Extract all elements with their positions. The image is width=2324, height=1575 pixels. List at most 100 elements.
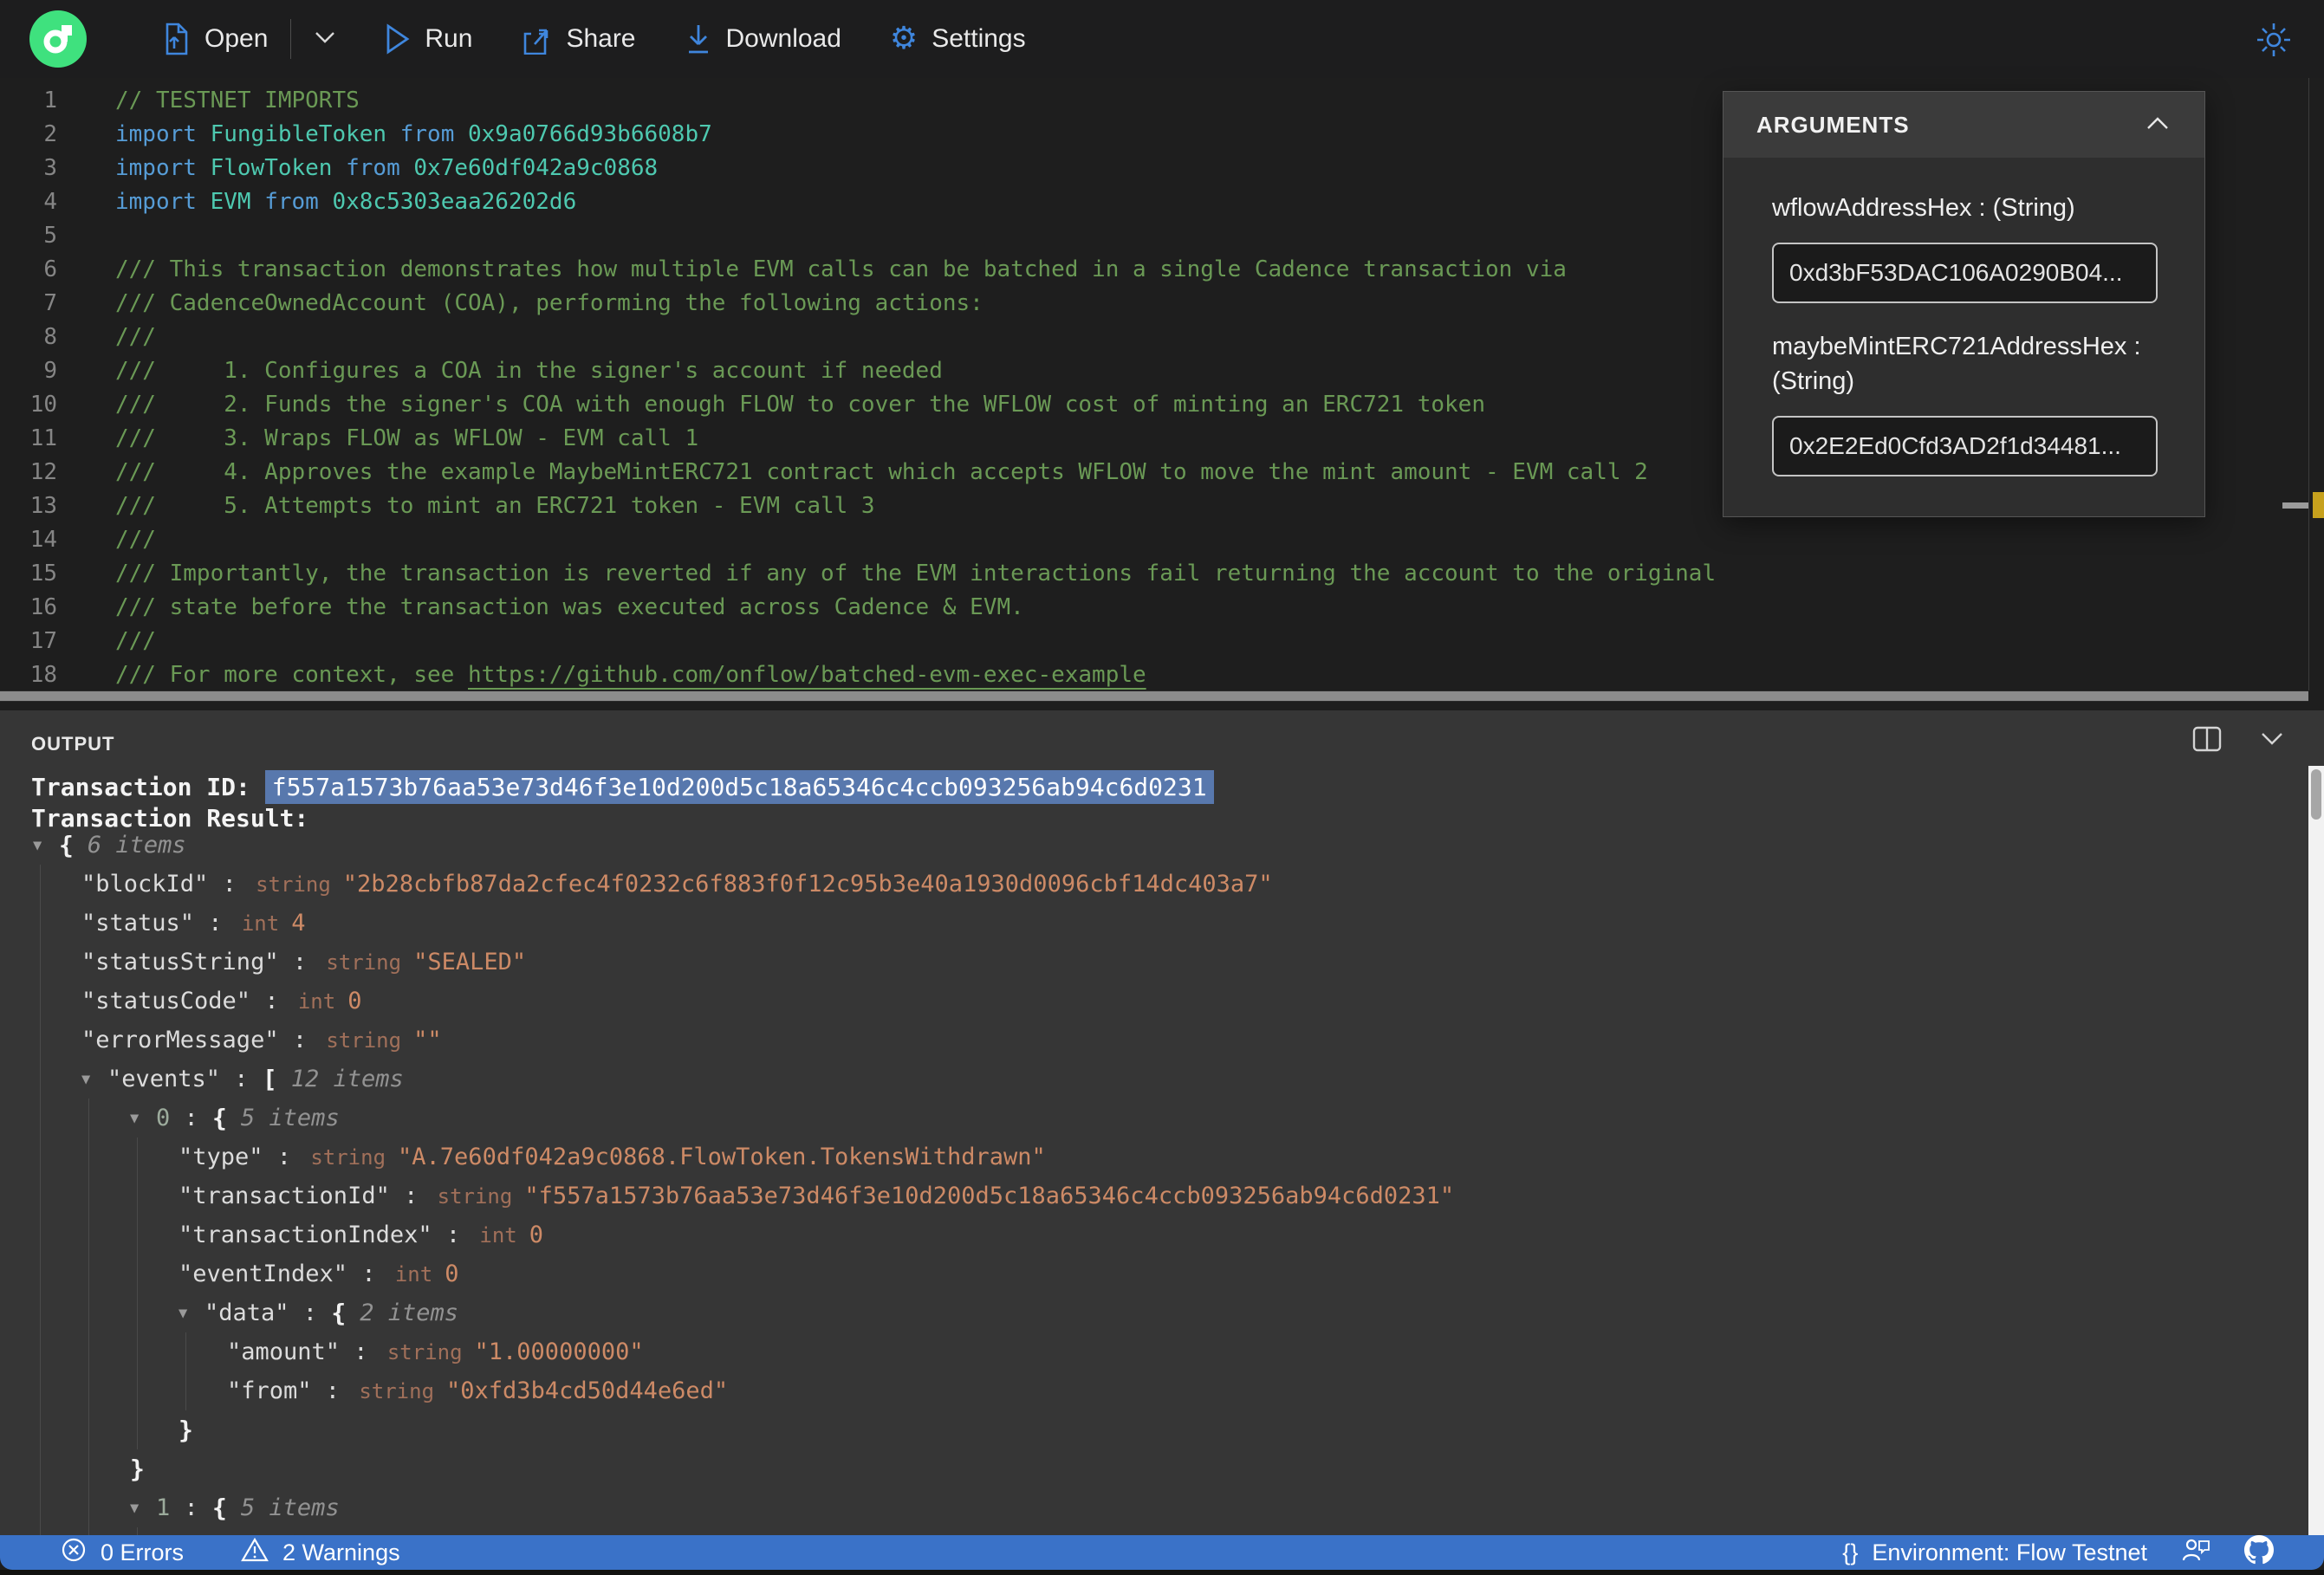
errors-label: 0 Errors — [101, 1539, 185, 1565]
open-button[interactable]: Open — [161, 23, 268, 55]
errors-status[interactable]: 0 Errors — [61, 1537, 184, 1569]
account-feedback-icon[interactable] — [2180, 1536, 2211, 1570]
indent-guide — [88, 1527, 89, 1535]
github-icon[interactable] — [2244, 1534, 2274, 1571]
json-colon: : — [208, 871, 251, 898]
code-token: /// — [115, 627, 156, 654]
code-token: /// Importantly, the transaction is reve… — [115, 560, 1717, 587]
output-vertical-scrollbar[interactable] — [2308, 766, 2324, 1535]
indent-guide — [137, 1215, 138, 1254]
json-value-type: int — [241, 911, 280, 936]
json-tree-row: ▼ "data" : {2 items — [0, 1293, 2305, 1332]
share-button[interactable]: Share — [521, 23, 636, 55]
code-token: // TESTNET IMPORTS — [115, 87, 360, 113]
theme-toggle-sun-icon[interactable] — [2255, 21, 2293, 63]
json-value-type: string — [326, 1027, 402, 1053]
json-key: "events" — [107, 1066, 221, 1092]
code-token: 0x9a0766d93b6608b7 — [468, 120, 712, 147]
indent-guide — [88, 1371, 89, 1410]
split-view-icon[interactable] — [2192, 726, 2222, 755]
error-circle-icon — [61, 1537, 87, 1569]
json-value: 4 — [291, 910, 306, 937]
indent-guide — [88, 1488, 89, 1527]
line-number: 4 — [43, 188, 57, 215]
code-line: 16 /// state before the transaction was e… — [0, 590, 2324, 624]
warnings-status[interactable]: 2 Warnings — [241, 1537, 400, 1569]
indent-guide — [88, 1410, 89, 1449]
indent-guide — [40, 1449, 41, 1488]
json-value-type: string — [326, 950, 402, 975]
code-token: from — [386, 120, 468, 147]
argument-input[interactable]: 0x2E2Ed0Cfd3AD2f1d34481... — [1772, 416, 2158, 476]
editor-horizontal-scrollbar[interactable] — [0, 690, 2308, 702]
share-icon — [521, 23, 552, 55]
line-number: 2 — [43, 120, 57, 147]
code-link[interactable]: https://github.com/onflow/batched-evm-ex… — [468, 662, 1146, 688]
json-items-count: 6 items — [87, 832, 186, 859]
json-value-type: int — [479, 1222, 517, 1248]
indent-guide — [137, 1138, 138, 1176]
code-line: 15 /// Importantly, the transaction is re… — [0, 556, 2324, 590]
json-value: 0 — [347, 988, 362, 1014]
indent-guide — [40, 1371, 41, 1410]
indent-guide — [88, 1138, 89, 1176]
warnings-label: 2 Warnings — [282, 1539, 400, 1565]
argument-label: maybeMintERC721AddressHex : (String) — [1772, 333, 2141, 395]
json-tree-row: "eventIndex" : int 0 — [0, 1254, 2305, 1293]
collapse-triangle-icon[interactable]: ▼ — [33, 837, 59, 854]
json-value-type: string — [359, 1378, 435, 1403]
braces-icon: {} — [1842, 1539, 1859, 1565]
flow-logo-icon[interactable] — [29, 10, 87, 68]
settings-button[interactable]: ⚙ Settings — [890, 23, 1026, 55]
json-key: "status" — [81, 910, 195, 937]
json-colon: : — [340, 1338, 382, 1365]
run-button[interactable]: Run — [385, 23, 472, 55]
json-tree-row: ▼ 0 : {5 items — [0, 1099, 2305, 1138]
json-key: "amount" — [227, 1338, 341, 1365]
download-icon — [685, 23, 712, 55]
json-open-brace: [ — [262, 1065, 277, 1093]
indent-guide — [137, 1293, 138, 1332]
code-token: from — [332, 154, 414, 181]
line-number: 17 — [29, 627, 57, 654]
code-token: /// — [115, 323, 156, 350]
indent-guide — [137, 1371, 138, 1410]
collapse-triangle-icon[interactable]: ▼ — [179, 1305, 204, 1322]
json-tree-row: } — [0, 1410, 2305, 1449]
json-open-brace: { — [59, 831, 74, 859]
gear-icon: ⚙ — [889, 21, 919, 56]
indent-guide — [40, 982, 41, 1021]
json-key: "transactionId" — [179, 1183, 390, 1209]
environment-status[interactable]: {} Environment: Flow Testnet — [1842, 1539, 2147, 1566]
collapse-chevron-up-icon[interactable] — [2145, 115, 2170, 135]
arguments-panel-header[interactable]: ARGUMENTS — [1724, 92, 2204, 158]
code-token: /// 1. Configures a COA in the signer's … — [115, 357, 943, 384]
code-token: from — [250, 188, 333, 215]
warning-triangle-icon — [241, 1537, 269, 1569]
output-panel: OUTPUT Transaction ID: f557a1573b76aa53e… — [0, 710, 2324, 1535]
collapse-triangle-icon[interactable]: ▼ — [81, 1071, 107, 1088]
collapse-triangle-icon[interactable]: ▼ — [130, 1110, 156, 1127]
code-token: /// CadenceOwnedAccount (COA), performin… — [115, 289, 983, 316]
arguments-title: ARGUMENTS — [1756, 111, 1910, 138]
indent-guide — [137, 1410, 138, 1449]
indent-guide — [137, 1254, 138, 1293]
code-token: FungibleToken — [210, 120, 387, 147]
share-label: Share — [566, 24, 636, 53]
json-tree-row: } — [0, 1449, 2305, 1488]
json-colon: : — [170, 1105, 213, 1131]
line-number: 5 — [43, 222, 57, 249]
json-key: "statusCode" — [81, 988, 251, 1014]
json-items-count: 5 items — [240, 1494, 340, 1521]
indent-guide — [88, 1293, 89, 1332]
collapse-output-chevron-icon[interactable] — [2260, 731, 2284, 750]
open-menu-chevron-icon[interactable] — [314, 30, 336, 49]
argument-input[interactable]: 0xd3bF53DAC106A0290B04... — [1772, 243, 2158, 303]
json-colon: : — [278, 949, 321, 975]
json-colon: : — [311, 1377, 354, 1404]
collapse-triangle-icon[interactable]: ▼ — [130, 1500, 156, 1517]
download-button[interactable]: Download — [685, 23, 841, 55]
line-number: 8 — [43, 323, 57, 350]
json-tree-row: "amount" : string "1.00000000" — [0, 1332, 2305, 1371]
line-number: 14 — [29, 526, 57, 553]
